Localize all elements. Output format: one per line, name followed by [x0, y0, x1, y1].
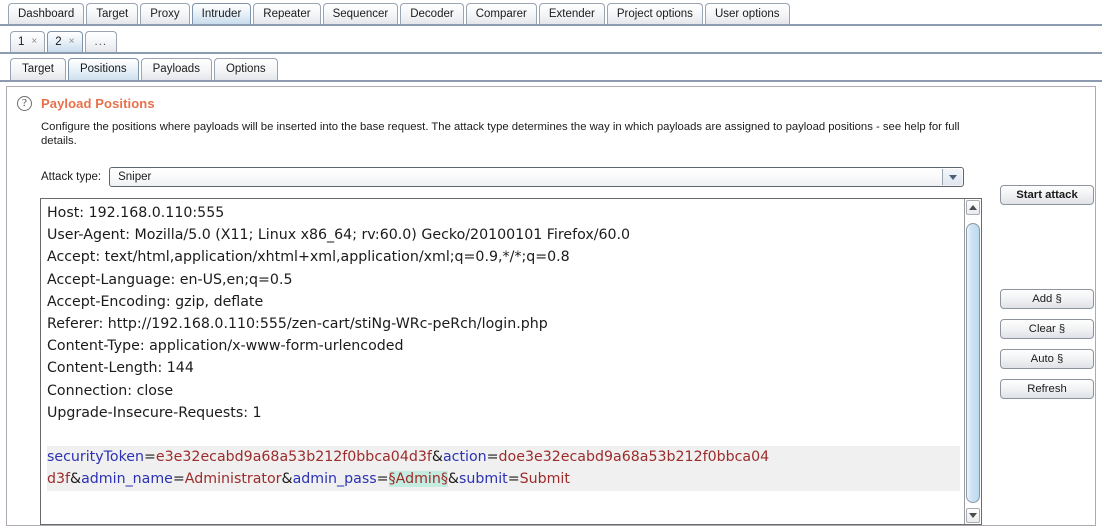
separator: & [432, 449, 443, 465]
separator: = [508, 471, 520, 487]
separator: & [282, 471, 293, 487]
request-header-line: Content-Length: 144 [47, 357, 960, 379]
param-value: Submit [520, 471, 570, 487]
request-editor[interactable]: Host: 192.168.0.110:555User-Agent: Mozil… [40, 198, 982, 525]
param-name: action [443, 449, 487, 465]
main-tab-target[interactable]: Target [86, 3, 138, 24]
request-header-line: Content-Type: application/x-www-form-url… [47, 335, 960, 357]
burp-intruder-window: DashboardTargetProxyIntruderRepeaterSequ… [0, 0, 1102, 529]
attack-type-select[interactable]: Sniper [109, 167, 964, 187]
main-tab-intruder[interactable]: Intruder [192, 3, 252, 24]
close-icon[interactable]: × [31, 32, 37, 52]
request-header-line: Accept-Language: en-US,en;q=0.5 [47, 269, 960, 291]
separator: = [144, 449, 156, 465]
attack-tab-2[interactable]: 2× [47, 31, 82, 52]
main-tab-dashboard[interactable]: Dashboard [8, 3, 84, 24]
param-name: securityToken [47, 449, 144, 465]
intruder-sub-tab-bar: TargetPositionsPayloadsOptions [0, 56, 1102, 82]
main-tab-comparer[interactable]: Comparer [466, 3, 537, 24]
section-description: Configure the positions where payloads w… [41, 121, 971, 148]
separator: & [70, 471, 81, 487]
request-text[interactable]: Host: 192.168.0.110:555User-Agent: Mozil… [41, 199, 964, 524]
refresh-button[interactable]: Refresh [1000, 379, 1094, 399]
start-attack-button[interactable]: Start attack [1000, 185, 1094, 205]
attack-tab-more[interactable]: ... [85, 31, 118, 52]
param-value: Administrator [185, 471, 282, 487]
page-title: Payload Positions [41, 96, 155, 111]
sub-tab-payloads[interactable]: Payloads [141, 58, 212, 80]
editor-vertical-scrollbar[interactable] [964, 199, 981, 524]
request-header-line: Accept-Encoding: gzip, deflate [47, 291, 960, 313]
main-tab-repeater[interactable]: Repeater [253, 3, 320, 24]
request-header-line: Referer: http://192.168.0.110:555/zen-ca… [47, 313, 960, 335]
main-tab-proxy[interactable]: Proxy [140, 3, 189, 24]
param-value: e3e32ecabd9a68a53b212f0bbca04d3f [156, 449, 432, 465]
chevron-down-icon[interactable] [942, 169, 962, 185]
param-value: doe3e32ecabd9a68a53b212f0bbca04 [499, 449, 770, 465]
attack-tab-1[interactable]: 1× [10, 31, 45, 52]
sub-tab-options[interactable]: Options [214, 58, 278, 80]
attack-tab-label: 2 [55, 32, 61, 52]
param-value: d3f [47, 471, 70, 487]
sub-tab-positions[interactable]: Positions [68, 58, 139, 80]
request-header-line: Connection: close [47, 380, 960, 402]
request-header-line: User-Agent: Mozilla/5.0 (X11; Linux x86_… [47, 224, 960, 246]
request-blank-line [47, 424, 960, 446]
main-tab-sequencer[interactable]: Sequencer [323, 3, 399, 24]
auto-payload-markers-button[interactable]: Auto § [1000, 349, 1094, 369]
param-name: admin_pass [293, 471, 377, 487]
payload-marker[interactable]: §Admin§ [389, 471, 448, 487]
param-name: submit [459, 471, 508, 487]
sub-tab-target[interactable]: Target [10, 58, 66, 80]
scrollbar-thumb[interactable] [966, 223, 980, 503]
main-tab-project-options[interactable]: Project options [607, 3, 703, 24]
separator: = [173, 471, 185, 487]
main-tab-decoder[interactable]: Decoder [400, 3, 463, 24]
separator: = [377, 471, 389, 487]
attack-tab-bar: 1×2×... [0, 28, 1102, 54]
request-body-line: d3f&admin_name=Administrator&admin_pass=… [47, 468, 960, 490]
request-header-line: Host: 192.168.0.110:555 [47, 202, 960, 224]
param-name: admin_name [81, 471, 173, 487]
triangle-down-icon[interactable] [966, 508, 980, 523]
main-tab-bar: DashboardTargetProxyIntruderRepeaterSequ… [0, 0, 1102, 26]
clear-payload-markers-button[interactable]: Clear § [1000, 319, 1094, 339]
separator: & [448, 471, 459, 487]
add-payload-marker-button[interactable]: Add § [1000, 289, 1094, 309]
attack-tab-label: 1 [18, 32, 24, 52]
help-icon[interactable]: ? [17, 96, 32, 111]
request-header-line: Accept: text/html,application/xhtml+xml,… [47, 246, 960, 268]
close-icon[interactable]: × [69, 32, 75, 52]
request-header-line: Upgrade-Insecure-Requests: 1 [47, 402, 960, 424]
main-tab-user-options[interactable]: User options [705, 3, 790, 24]
payload-positions-panel: ? Payload Positions Configure the positi… [6, 86, 1096, 526]
attack-type-row: Attack type: Sniper [41, 167, 964, 187]
attack-tab-label: ... [95, 32, 108, 52]
triangle-up-icon[interactable] [966, 200, 980, 215]
attack-type-label: Attack type: [41, 171, 101, 183]
attack-type-value: Sniper [110, 171, 151, 183]
main-tab-extender[interactable]: Extender [539, 3, 605, 24]
separator: = [487, 449, 499, 465]
request-body-line: securityToken=e3e32ecabd9a68a53b212f0bbc… [47, 446, 960, 468]
